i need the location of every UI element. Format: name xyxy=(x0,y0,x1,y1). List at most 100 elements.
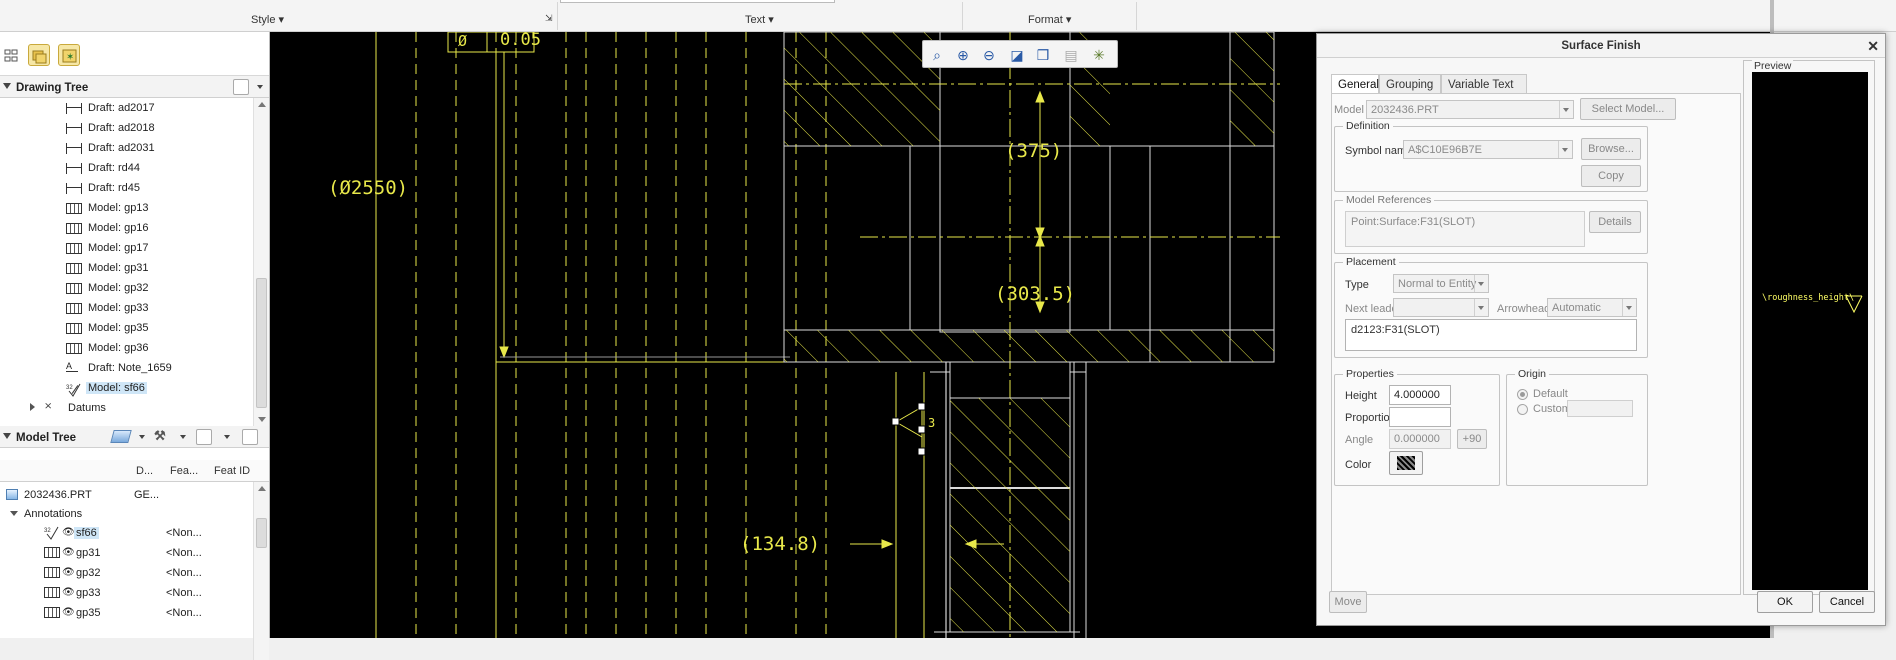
style-group-launcher-icon[interactable]: ⇲ xyxy=(545,13,553,24)
datum-display-icon[interactable]: ✳ xyxy=(1089,45,1109,65)
model-tree-scrollbar[interactable] xyxy=(253,482,269,660)
scroll-up-icon[interactable] xyxy=(258,486,266,491)
surface-finish-value[interactable]: 3 xyxy=(928,416,935,430)
type-combo[interactable]: Normal to Entity xyxy=(1393,274,1489,293)
browse-button[interactable]: Browse... xyxy=(1581,138,1641,160)
arrowhead-combo[interactable]: Automatic xyxy=(1547,298,1637,317)
tree-settings-icon[interactable] xyxy=(196,429,212,445)
tree-item[interactable]: Draft: ad2031 xyxy=(66,138,246,158)
next-leader-combo[interactable] xyxy=(1393,298,1489,317)
color-button[interactable] xyxy=(1389,451,1423,475)
display-style-icon[interactable] xyxy=(110,430,132,443)
origin-custom-field[interactable] xyxy=(1567,400,1633,417)
select-model-button[interactable]: Select Model... xyxy=(1580,98,1676,120)
svg-text:✶: ✶ xyxy=(66,52,74,63)
ok-button[interactable]: OK xyxy=(1757,591,1813,613)
model-reference-field[interactable]: Point:Surface:F31(SLOT) xyxy=(1345,211,1585,247)
tree-settings-icon[interactable] xyxy=(233,79,249,95)
chevron-down-icon[interactable] xyxy=(139,435,145,439)
favorites-tab-icon[interactable]: ✶ xyxy=(58,44,80,66)
definition-legend: Definition xyxy=(1343,120,1393,132)
tree-item[interactable]: Model: gp35 xyxy=(66,318,246,338)
column-header[interactable]: D... xyxy=(136,465,153,477)
column-header[interactable]: Fea... xyxy=(170,465,198,477)
preview-panel: Preview \roughness_height\ xyxy=(1743,60,1875,595)
chevron-down-icon xyxy=(1559,101,1573,118)
dimension-303-5[interactable]: (303.5) xyxy=(995,283,1075,305)
expand-icon[interactable] xyxy=(10,511,18,516)
height-input[interactable]: 4.000000 xyxy=(1389,385,1451,405)
scrollbar-thumb[interactable] xyxy=(256,518,267,548)
placement-reference-field[interactable]: d2123:F31(SLOT) xyxy=(1345,319,1637,351)
tab-grouping[interactable]: Grouping xyxy=(1379,74,1441,94)
move-button[interactable]: Move xyxy=(1329,591,1367,613)
chevron-down-icon[interactable] xyxy=(224,435,230,439)
dimension-375[interactable]: (375) xyxy=(1005,140,1062,162)
origin-default-radio[interactable] xyxy=(1517,389,1528,400)
plus-90-button[interactable]: +90 xyxy=(1457,429,1487,449)
angle-input[interactable]: 0.000000 xyxy=(1389,429,1451,449)
model-combo[interactable]: 2032436.PRT xyxy=(1366,100,1574,119)
row-value: <Non... xyxy=(166,607,202,619)
collapse-icon[interactable] xyxy=(3,83,11,89)
proportion-input[interactable] xyxy=(1389,407,1451,427)
zoom-in-icon[interactable]: ⊕ xyxy=(953,45,973,65)
tolerance-value[interactable]: 0.05 xyxy=(500,32,541,50)
ribbon-group-text[interactable]: Text ▾ xyxy=(745,13,774,26)
close-icon[interactable]: ✕ xyxy=(1867,38,1879,55)
tree-item[interactable]: Model: gp33 xyxy=(66,298,246,318)
display-style-icon[interactable]: ❒ xyxy=(1033,45,1053,65)
tree-item[interactable]: Draft: rd44 xyxy=(66,158,246,178)
zoom-out-icon[interactable]: ⊖ xyxy=(979,45,999,65)
repaint-icon[interactable]: ◪ xyxy=(1007,45,1027,65)
symbol-name-combo[interactable]: A$C10E96B7E xyxy=(1403,140,1573,159)
ribbon-group-format[interactable]: Format ▾ xyxy=(1028,13,1071,26)
tree-item[interactable]: Draft: ad2018 xyxy=(66,118,246,138)
scrollbar-thumb[interactable] xyxy=(256,278,267,408)
ribbon-input[interactable] xyxy=(560,0,835,3)
refit-icon[interactable]: ⌕ xyxy=(927,45,947,65)
cancel-button[interactable]: Cancel xyxy=(1819,591,1875,613)
tools-icon[interactable]: ⚒ xyxy=(154,428,166,444)
tree-item-datums[interactable]: ⨯ Datums xyxy=(30,398,210,418)
drawing-tree-scrollbar[interactable] xyxy=(253,98,269,426)
gtol-symbol[interactable]: Ø xyxy=(458,32,467,50)
model-references-group: Model References Point:Surface:F31(SLOT)… xyxy=(1334,194,1648,254)
scroll-down-icon[interactable] xyxy=(258,417,266,422)
ribbon-group-style[interactable]: Style ▾ xyxy=(251,13,284,26)
chevron-down-icon xyxy=(1622,299,1636,316)
copy-button[interactable]: Copy xyxy=(1581,165,1641,187)
origin-custom-radio[interactable] xyxy=(1517,404,1528,415)
tree-item[interactable]: Model: gp32 xyxy=(66,278,246,298)
chevron-down-icon[interactable] xyxy=(257,85,263,89)
tab-general[interactable]: General xyxy=(1331,74,1379,94)
tree-tab-icon[interactable] xyxy=(2,44,24,66)
row-label: gp35 xyxy=(76,607,101,619)
tree-item[interactable]: A Draft: Note_1659 xyxy=(66,358,246,378)
dimension-2550[interactable]: (Ø2550) xyxy=(328,177,408,199)
filter-icon[interactable] xyxy=(242,429,258,445)
dimension-134-8[interactable]: (134.8) xyxy=(740,533,820,555)
folder-browser-tab-icon[interactable] xyxy=(28,44,50,66)
scroll-up-icon[interactable] xyxy=(258,102,266,107)
arrowhead-label: Arrowhead xyxy=(1497,303,1551,315)
tree-item[interactable]: Draft: ad2017 xyxy=(66,98,246,118)
tree-item[interactable]: Model: gp17 xyxy=(66,238,246,258)
tab-variable-text[interactable]: Variable Text xyxy=(1441,74,1527,94)
model-tree-header[interactable]: Model Tree ⚒ xyxy=(0,426,269,448)
origin-group: Origin Default Custom xyxy=(1506,368,1648,486)
tree-item[interactable]: 32 Model: sf66 xyxy=(66,378,246,398)
gtol-icon xyxy=(66,223,82,234)
collapse-icon[interactable] xyxy=(3,433,11,439)
details-button[interactable]: Details xyxy=(1589,211,1641,233)
expand-icon[interactable] xyxy=(30,403,35,411)
tree-item[interactable]: Model: gp31 xyxy=(66,258,246,278)
drawing-tree-header[interactable]: Drawing Tree xyxy=(0,76,269,98)
tree-item[interactable]: Model: gp36 xyxy=(66,338,246,358)
tree-item[interactable]: Model: gp13 xyxy=(66,198,246,218)
tree-item[interactable]: Draft: rd45 xyxy=(66,178,246,198)
layers-icon[interactable]: ▤ xyxy=(1061,45,1081,65)
tree-item[interactable]: Model: gp16 xyxy=(66,218,246,238)
column-header[interactable]: Feat ID xyxy=(214,465,250,477)
chevron-down-icon[interactable] xyxy=(180,435,186,439)
